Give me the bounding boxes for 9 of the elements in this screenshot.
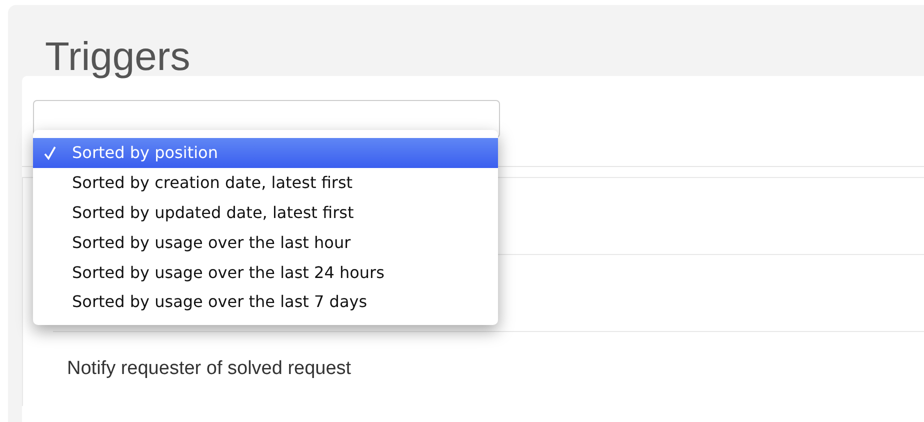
- page-title: Triggers: [45, 34, 190, 81]
- sort-option[interactable]: Sorted by usage over the last 24 hours: [33, 257, 498, 287]
- sort-option[interactable]: Sorted by updated date, latest first: [33, 198, 498, 228]
- trigger-name[interactable]: Notify requester of solved request: [67, 358, 352, 380]
- sort-option[interactable]: Sorted by position: [33, 138, 498, 168]
- sort-option[interactable]: Sorted by creation date, latest first: [33, 168, 498, 198]
- sort-option[interactable]: Sorted by usage over the last hour: [33, 227, 498, 258]
- checkmark-icon: [43, 146, 57, 160]
- sort-option[interactable]: Sorted by usage over the last 7 days: [33, 286, 498, 317]
